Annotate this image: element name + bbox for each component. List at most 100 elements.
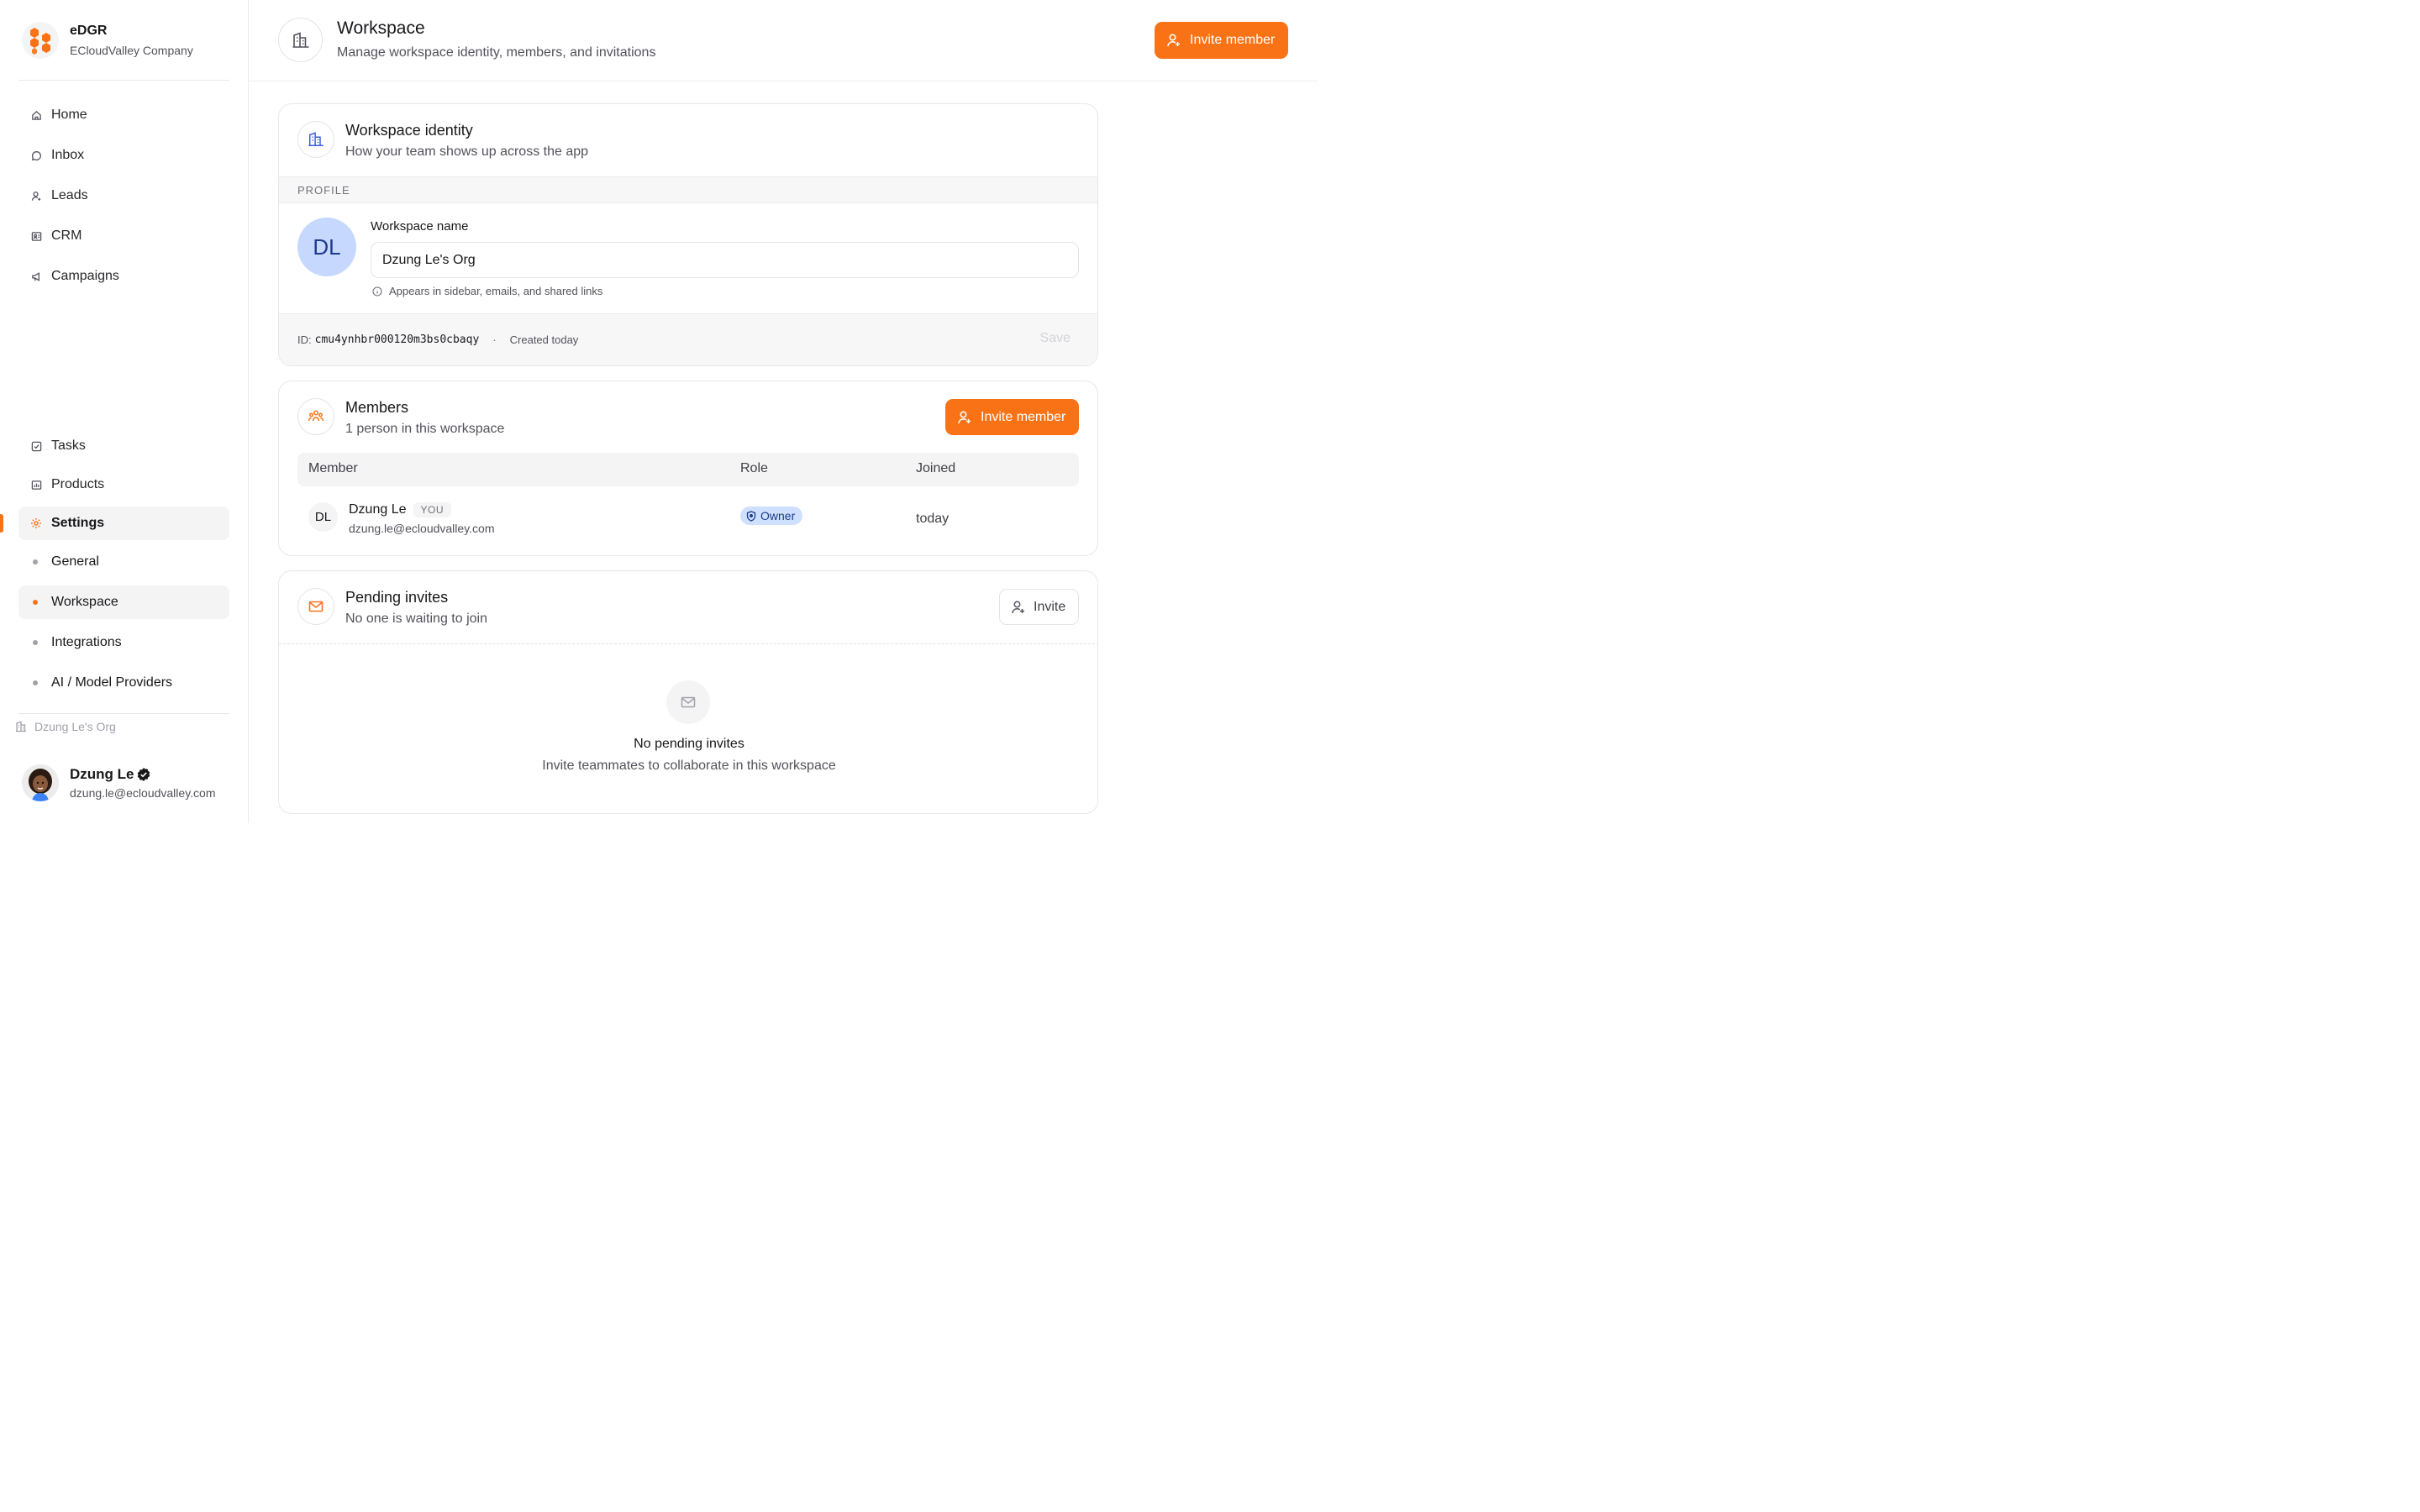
field-hint-text: Appears in sidebar, emails, and shared l… — [389, 285, 603, 297]
workspace-name-label: Workspace name — [371, 219, 469, 234]
empty-state-subtitle: Invite teammates to collaborate in this … — [542, 759, 836, 773]
mail-icon — [297, 588, 334, 625]
nav-item-label: Products — [51, 477, 105, 491]
nav-item-label: Leads — [51, 188, 88, 202]
user-plus-icon — [1011, 600, 1026, 615]
checkbox-icon — [30, 440, 42, 452]
building-icon — [278, 18, 323, 62]
page-title: Workspace — [337, 18, 425, 38]
app-root: eDGR ECloudValley Company Home Inbox Lea… — [0, 0, 1318, 823]
brand-logo-icon — [22, 22, 59, 59]
brand-subtitle: ECloudValley Company — [70, 44, 193, 57]
nav-item-label: Inbox — [51, 148, 85, 162]
building-icon — [297, 121, 334, 158]
card-subtitle: No one is waiting to join — [345, 612, 487, 626]
primary-nav: Home Inbox Leads CRM Campaigns — [18, 98, 229, 300]
shield-icon — [746, 510, 756, 522]
mail-icon — [666, 680, 710, 724]
nav-item-label: CRM — [51, 228, 82, 243]
chat-icon — [30, 150, 42, 161]
page-subtitle: Manage workspace identity, members, and … — [337, 45, 656, 60]
nav-item-label: Home — [51, 108, 87, 122]
sidebar-divider — [18, 80, 229, 81]
gear-icon — [30, 517, 42, 529]
workspace-name-input[interactable] — [371, 242, 1079, 278]
invite-member-label: Invite member — [981, 409, 1066, 424]
user-name: Dzung Le — [70, 766, 134, 782]
subnav-item-general[interactable]: General — [18, 545, 229, 579]
bullet-dot-icon — [33, 600, 38, 605]
card-title: Pending invites — [345, 589, 449, 606]
workspace-id-value: cmu4ynhbr000120m3bs0cbaqy — [314, 333, 480, 346]
nav-item-leads[interactable]: Leads — [18, 179, 229, 213]
members-table-header: Member Role Joined — [297, 453, 1079, 486]
invite-label: Invite — [1034, 599, 1066, 614]
workspace-avatar[interactable]: DL — [297, 218, 356, 276]
workspace-identity-card: Workspace identity How your team shows u… — [278, 103, 1098, 366]
invite-member-label: Invite member — [1190, 33, 1276, 47]
field-hint: Appears in sidebar, emails, and shared l… — [372, 285, 602, 297]
role-badge: Owner — [740, 507, 803, 525]
member-name: Dzung Le — [349, 502, 407, 517]
invite-button[interactable]: Invite — [999, 589, 1079, 625]
megaphone-icon — [30, 270, 42, 282]
table-row[interactable]: DL Dzung Le YOU dzung.le@ecloudvalley.co… — [297, 499, 1079, 543]
nav-item-home[interactable]: Home — [18, 98, 229, 132]
active-nav-marker — [0, 514, 3, 533]
building-icon — [15, 721, 27, 732]
card-title: Workspace identity — [345, 122, 473, 139]
subnav-item-ai-providers[interactable]: AI / Model Providers — [18, 666, 229, 700]
save-button[interactable]: Save — [1040, 331, 1071, 346]
pending-invites-card: Pending invites No one is waiting to joi… — [278, 570, 1098, 814]
verified-badge-icon — [136, 767, 151, 782]
nav-item-label: Campaigns — [51, 269, 119, 283]
you-badge: YOU — [413, 502, 452, 517]
subnav-item-label: AI / Model Providers — [51, 675, 173, 690]
workspace-id-label: ID: — [297, 333, 312, 346]
nav-item-settings[interactable]: Settings — [18, 507, 229, 540]
invite-member-button[interactable]: Invite member — [1155, 22, 1288, 59]
user-plus-icon — [957, 410, 972, 425]
org-name: Dzung Le's Org — [34, 720, 116, 733]
column-header-role[interactable]: Role — [740, 461, 768, 476]
section-label: PROFILE — [279, 176, 1097, 203]
subnav-item-workspace[interactable]: Workspace — [18, 585, 229, 619]
page-header: Workspace Manage workspace identity, mem… — [249, 0, 1318, 81]
brand[interactable]: eDGR ECloudValley Company — [22, 22, 193, 59]
invite-member-button[interactable]: Invite member — [945, 399, 1079, 435]
secondary-nav: Tasks Products Settings General Workspac… — [18, 429, 229, 706]
home-icon — [30, 109, 42, 121]
subnav-item-label: Workspace — [51, 595, 118, 609]
avatar — [22, 764, 59, 801]
user-plus-icon — [1166, 33, 1181, 48]
bullet-dot-icon — [33, 680, 38, 685]
members-card: Members 1 person in this workspace Invit… — [278, 381, 1098, 556]
main-content: Workspace Manage workspace identity, mem… — [249, 0, 1318, 823]
sidebar: eDGR ECloudValley Company Home Inbox Lea… — [0, 0, 249, 823]
divider — [279, 643, 1097, 644]
joined-date: today — [916, 512, 950, 526]
user-profile[interactable]: Dzung Le dzung.le@ecloudvalley.com — [22, 764, 216, 801]
subnav-item-label: Integrations — [51, 635, 122, 649]
created-date: Created today — [509, 333, 579, 346]
identity-card-footer: ID: cmu4ynhbr000120m3bs0cbaqy · Created … — [279, 313, 1097, 365]
user-email: dzung.le@ecloudvalley.com — [70, 786, 216, 800]
role-label: Owner — [760, 509, 796, 522]
column-header-joined[interactable]: Joined — [916, 461, 955, 476]
bullet-dot-icon — [33, 640, 38, 645]
nav-item-inbox[interactable]: Inbox — [18, 139, 229, 172]
card-title: Members — [345, 399, 409, 416]
card-subtitle: 1 person in this workspace — [345, 422, 505, 436]
nav-item-products[interactable]: Products — [18, 468, 229, 501]
info-icon — [372, 286, 382, 297]
separator: · — [492, 333, 497, 346]
subnav-item-integrations[interactable]: Integrations — [18, 626, 229, 659]
org-switcher[interactable]: Dzung Le's Org — [15, 720, 116, 733]
column-header-member[interactable]: Member — [308, 461, 358, 476]
nav-item-campaigns[interactable]: Campaigns — [18, 260, 229, 293]
users-group-icon — [297, 398, 334, 435]
nav-item-tasks[interactable]: Tasks — [18, 429, 229, 463]
brand-name: eDGR — [70, 24, 108, 38]
user-icon — [30, 190, 42, 202]
nav-item-crm[interactable]: CRM — [18, 219, 229, 253]
